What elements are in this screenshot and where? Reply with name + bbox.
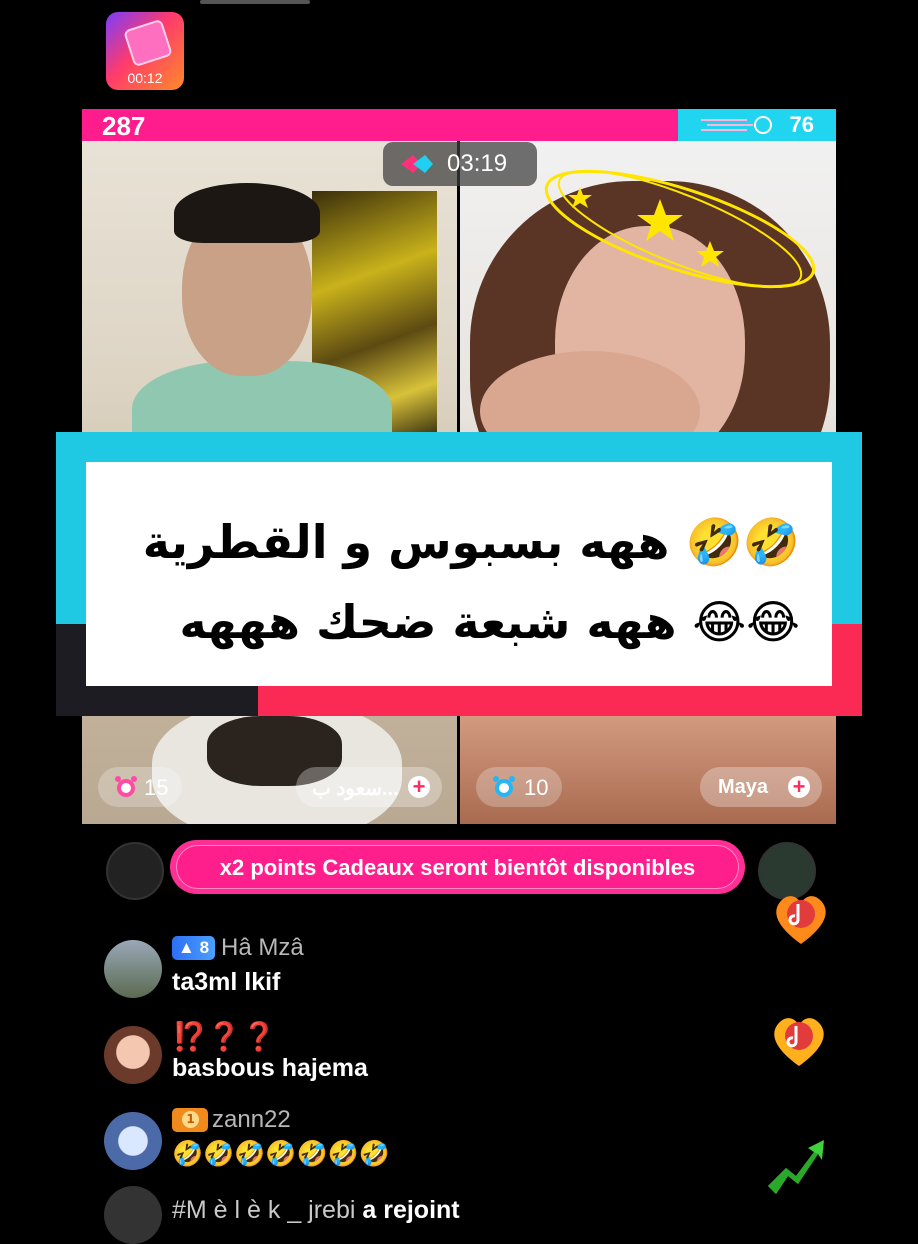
chat-text: basbous hajema (172, 1054, 368, 1082)
alarm-clock-icon (493, 776, 515, 797)
left-guest-count: 15 (144, 775, 169, 800)
green-arrow-sticker-icon[interactable] (764, 1134, 826, 1196)
join-action: a rejoint (362, 1196, 460, 1224)
battle-time-text: 03:19 (447, 150, 508, 177)
left-guest-name: سعود ب... (312, 778, 399, 800)
level-badge: ▲ 8 (172, 936, 216, 960)
star-halo-effect (544, 169, 816, 289)
follow-plus-icon[interactable]: + (408, 776, 430, 798)
streak-icon (701, 116, 772, 134)
chat-username-line: ▲ 8 Hâ Mzâ (172, 934, 304, 964)
caption-card: 🤣🤣 ههه بسبوس و القطرية 😂😂 ههه شبعة ضحك ه… (86, 462, 832, 686)
chat-username[interactable]: zann22 (212, 1106, 291, 1133)
gift-thumbnail[interactable]: 00:12 (106, 12, 184, 90)
avatar[interactable] (104, 1112, 162, 1170)
chat-text: 🤣🤣🤣🤣🤣🤣🤣 (172, 1140, 390, 1168)
left-guest-score-pill: 15 (98, 767, 182, 807)
right-guest-name: Maya (718, 776, 769, 798)
top-scrollbar-sliver (200, 0, 310, 4)
chat-username[interactable]: ⁉️❓❓ (172, 1021, 277, 1052)
join-username[interactable]: #M è l è k _ jrebi (172, 1196, 355, 1224)
chat-message[interactable]: 1 zann22 🤣🤣🤣🤣🤣🤣🤣 (104, 1106, 664, 1192)
right-score: 76 (789, 112, 814, 137)
score-bar-pink-fill (82, 109, 678, 141)
caption-overlay: 🤣🤣 ههه بسبوس و القطرية 😂😂 ههه شبعة ضحك ه… (56, 432, 862, 716)
chat-username-line: 1 zann22 (172, 1106, 291, 1136)
chat-text: ta3ml lkif (172, 968, 281, 996)
avatar[interactable] (106, 842, 164, 900)
chat-username[interactable]: Hâ Mzâ (221, 934, 304, 961)
gift-timer: 00:12 (127, 70, 163, 86)
gift-box-icon (123, 18, 173, 68)
alarm-clock-icon (115, 776, 137, 797)
follow-plus-icon[interactable]: + (788, 776, 810, 798)
left-guest-name-pill[interactable]: سعود ب... + (296, 767, 442, 807)
chat-message[interactable]: ⁉️❓❓ basbous hajema (104, 1021, 664, 1106)
chat-username-line: ⁉️❓❓ (172, 1020, 277, 1052)
level-number: 8 (199, 938, 210, 957)
battle-timer: 03:19 (383, 142, 537, 186)
avatar[interactable] (104, 1026, 162, 1084)
right-guest-name-pill[interactable]: Maya + (700, 767, 822, 807)
right-guest-count: 10 (524, 775, 549, 800)
left-score: 287 (102, 111, 146, 141)
join-text: #M è l è k _ jrebi a rejoint (172, 1196, 460, 1225)
heart-icon: 1 (182, 1111, 199, 1128)
host-hair (174, 183, 320, 243)
avatar[interactable] (104, 940, 162, 998)
fan-club-badge: 1 (172, 1108, 208, 1132)
battle-score-bar: 287 76 (82, 109, 836, 141)
caption-line-2: 😂😂 ههه شبعة ضحك هههه (179, 595, 800, 649)
right-guest-score-pill: 10 (476, 767, 562, 807)
points-banner-text: x2 points Cadeaux seront bientôt disponi… (219, 855, 696, 880)
points-banner: x2 points Cadeaux seront bientôt disponi… (176, 845, 739, 889)
caption-line-1: 🤣🤣 ههه بسبوس و القطرية (142, 515, 800, 569)
tiktok-heart-sticker-icon[interactable] (768, 1008, 830, 1070)
tiktok-heart-sticker-icon[interactable] (770, 886, 832, 948)
battle-vs-icon (401, 155, 433, 173)
chat-message[interactable]: ▲ 8 Hâ Mzâ ta3ml lkif (104, 934, 664, 1020)
wave-hand-icon (104, 1186, 162, 1244)
